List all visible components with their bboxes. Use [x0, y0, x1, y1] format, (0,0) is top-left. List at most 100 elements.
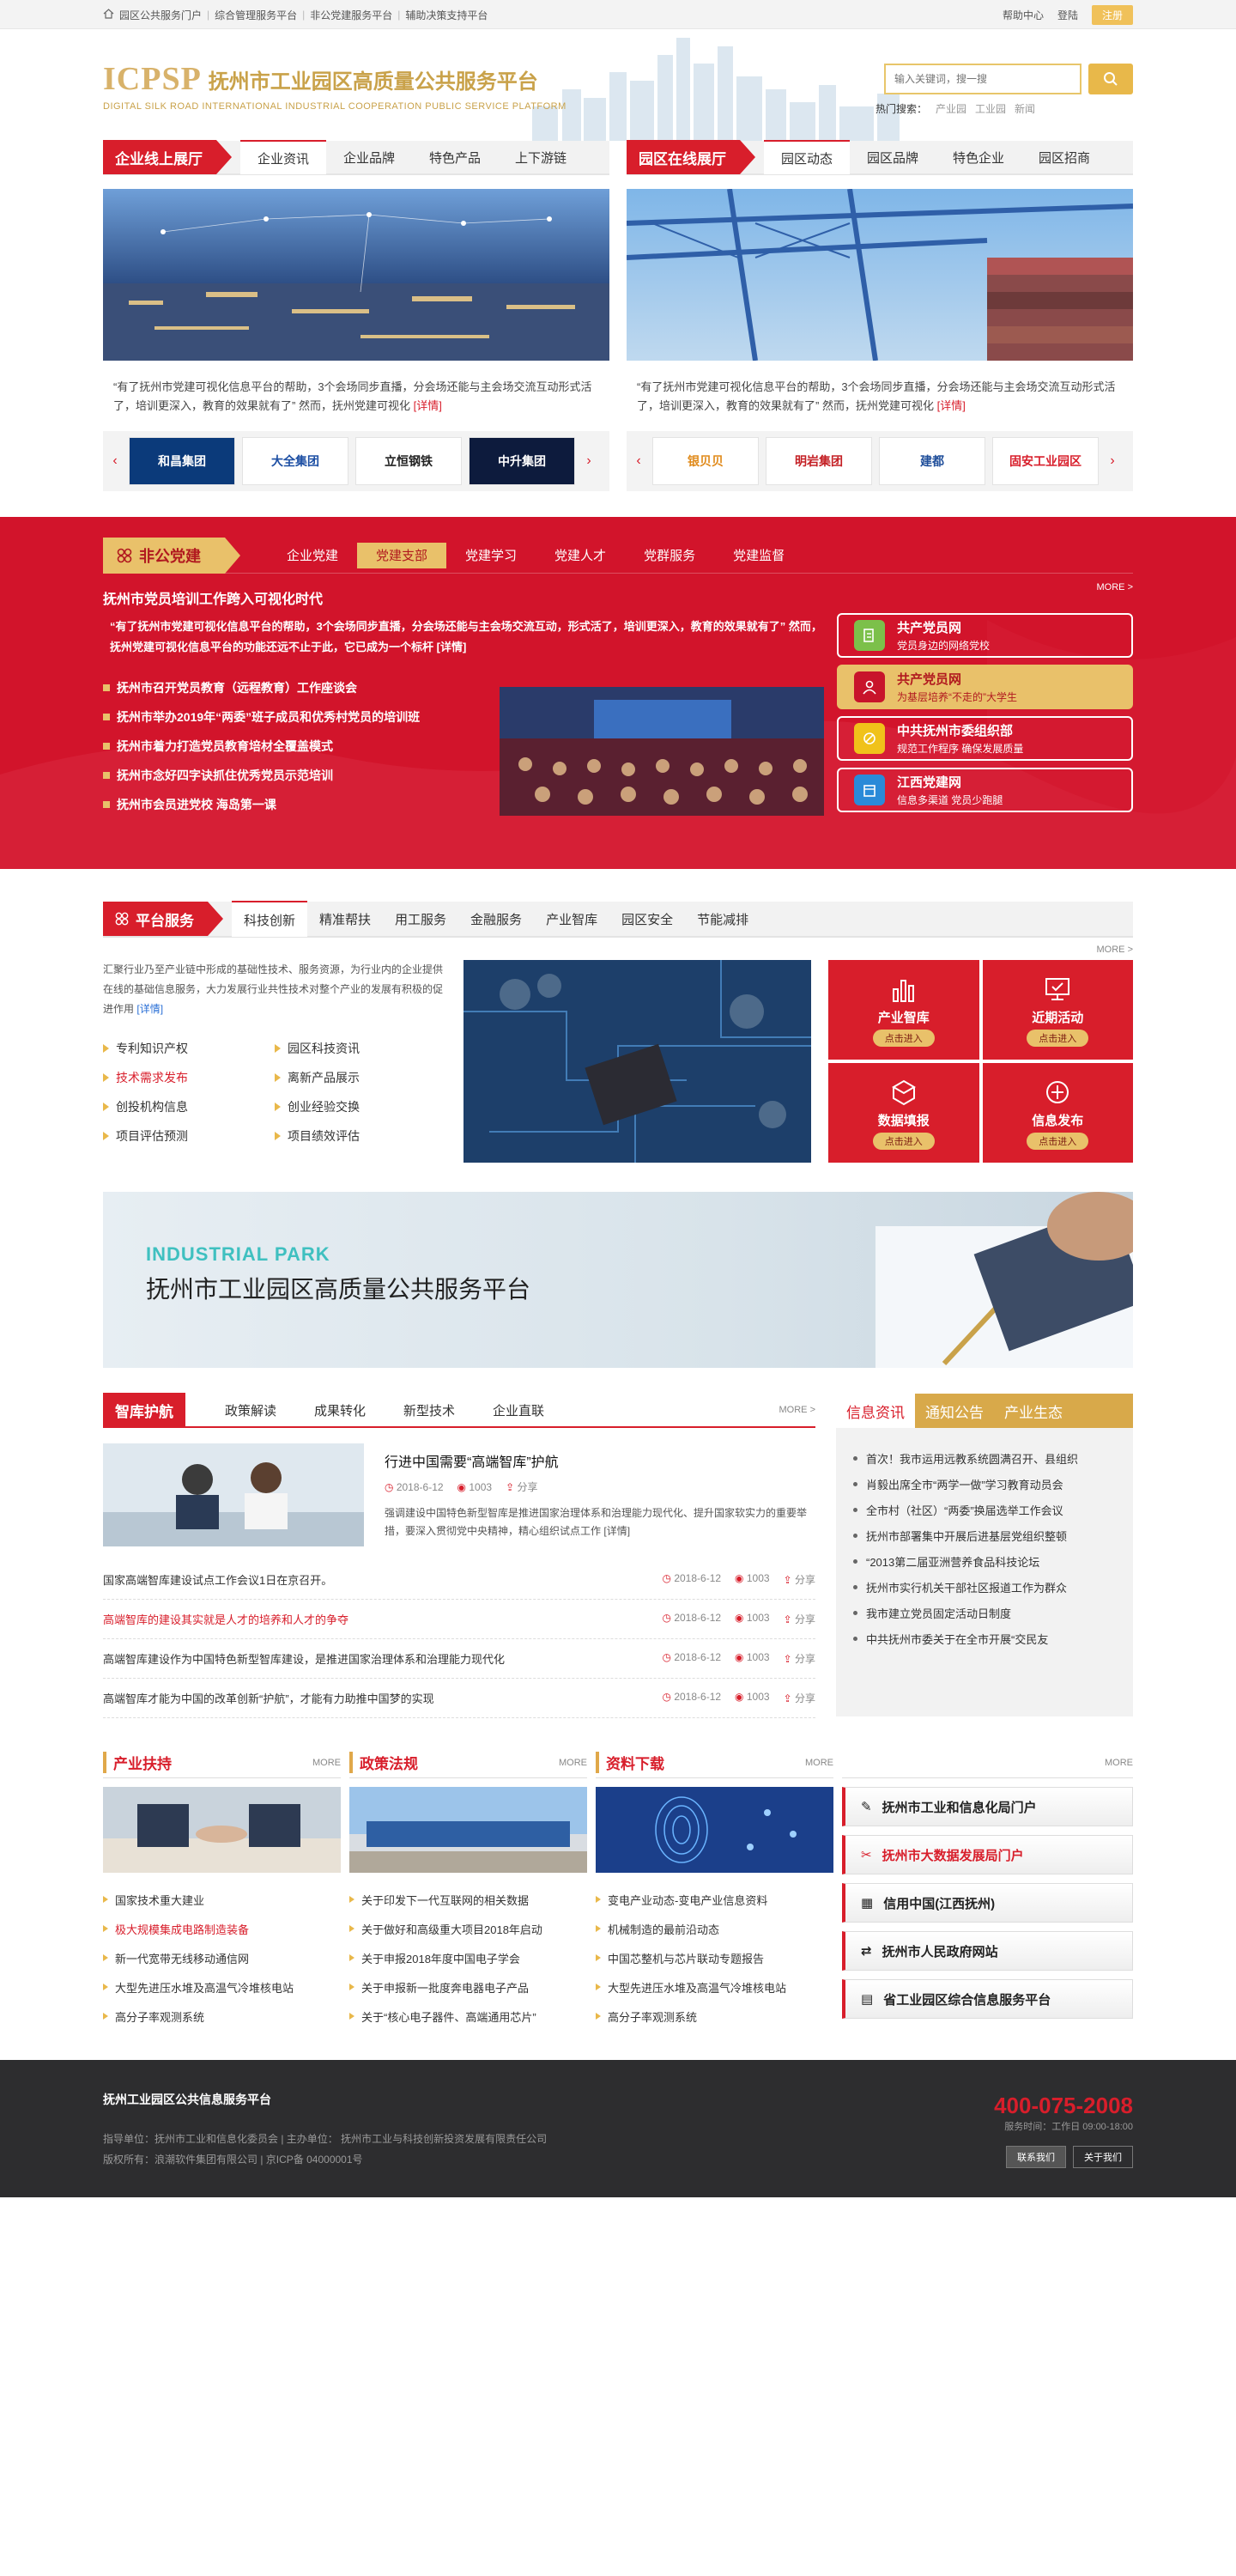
prev-arrow-icon[interactable]: ‹ [632, 453, 645, 469]
tile-info-publish[interactable]: 信息发布 点击进入 [982, 1063, 1133, 1163]
service-link[interactable]: 项目绩效评估 [275, 1126, 446, 1146]
tab-enterprise-brand[interactable]: 企业品牌 [326, 140, 412, 174]
tab-info-news[interactable]: 信息资讯 [836, 1394, 915, 1428]
list-item[interactable]: 抚州市念好四字诀抓住优秀党员示范培训 [103, 761, 498, 790]
list-item[interactable]: 关于“核心电子器件、高端通用芯片” [349, 2002, 587, 2031]
tab-finance[interactable]: 金融服务 [458, 901, 534, 937]
service-link[interactable]: 园区科技资讯 [275, 1038, 446, 1059]
portal-credit-china[interactable]: ▦ 信用中国(江西抚州) [842, 1883, 1133, 1923]
portal-big-data-bureau[interactable]: ✂ 抚州市大数据发展局门户 [842, 1835, 1133, 1874]
table-row[interactable]: 高端智库建设作为中国特色新型智库建设，是推进国家治理体系和治理能力现代化 ◷ 20… [103, 1639, 815, 1679]
party-card-org-dept[interactable]: 中共抚州市委组织部 规范工作程序 确保发展质量 [837, 716, 1133, 761]
list-item[interactable]: “2013第二届亚洲营养食品科技论坛 [853, 1548, 1116, 1574]
home-icon[interactable] [103, 8, 114, 21]
list-item[interactable]: 抚州市举办2019年“两委”班子成员和优秀村党员的培训班 [103, 702, 498, 732]
industrial-park-banner[interactable]: INDUSTRIAL PARK 抚州市工业园区高质量公共服务平台 [103, 1192, 1133, 1368]
contact-us-button[interactable]: 联系我们 [1006, 2146, 1066, 2168]
list-item[interactable]: 抚州市实行机关干部社区报道工作为群众 [853, 1574, 1116, 1600]
tab-park-safety[interactable]: 园区安全 [609, 901, 685, 937]
list-item[interactable]: 变电产业动态-变电产业信息资料 [596, 1885, 833, 1914]
city-night-photo[interactable] [103, 189, 609, 361]
table-row[interactable]: 高端智库的建设其实就是人才的培养和人才的争夺 ◷ 2018-6-12 ◉ 1003 ⇪… [103, 1600, 815, 1639]
logo-mingyan[interactable]: 明岩集团 [766, 437, 872, 485]
tab-park-brand[interactable]: 园区品牌 [850, 140, 936, 174]
top-link-party[interactable]: 非公党建服务平台 [310, 8, 392, 22]
about-us-button[interactable]: 关于我们 [1073, 2146, 1133, 2168]
logo-liheng[interactable]: 立恒钢铁 [355, 437, 462, 485]
list-item[interactable]: 高分子率观测系统 [596, 2002, 833, 2031]
service-link[interactable]: 技术需求发布 [103, 1067, 275, 1088]
portal-more-link[interactable]: MORE [842, 1747, 1133, 1778]
portal-provincial-park[interactable]: ▤ 省工业园区综合信息服务平台 [842, 1979, 1133, 2019]
list-item[interactable]: 抚州市着力打造党员教育培材全覆盖模式 [103, 732, 498, 761]
tab-enterprise-direct[interactable]: 企业直联 [474, 1401, 563, 1419]
login-link[interactable]: 登陆 [1057, 8, 1078, 22]
table-row[interactable]: 国家高端智库建设试点工作会议1日在京召开。 ◷ 2018-6-12 ◉ 1003 ⇪ … [103, 1560, 815, 1600]
site-logo[interactable]: ICPSP 抚州市工业园区高质量公共服务平台 [103, 60, 538, 98]
detail-link[interactable]: [详情] [136, 1003, 163, 1015]
handshake-photo[interactable] [103, 1787, 341, 1873]
hot-word[interactable]: 工业园 [975, 101, 1006, 116]
list-item[interactable]: 大型先进压水堆及高温气冷堆核电站 [596, 1972, 833, 2002]
tab-party-study[interactable]: 党建学习 [446, 543, 536, 568]
tab-precise-support[interactable]: 精准帮扶 [307, 901, 383, 937]
party-headline[interactable]: 抚州市党员培训工作跨入可视化时代 [103, 587, 1133, 608]
top-link-manage[interactable]: 综合管理服务平台 [215, 8, 297, 22]
service-link[interactable]: 专利知识产权 [103, 1038, 275, 1059]
tile-industry-thinktank[interactable]: 产业智库 点击进入 [828, 960, 979, 1060]
list-item[interactable]: 关于申报新一批度奔电器电子产品 [349, 1972, 587, 2002]
list-item[interactable]: 关于申报2018年度中国电子学会 [349, 1943, 587, 1972]
list-item[interactable]: 我市建立党员固定活动日制度 [853, 1600, 1116, 1625]
fingerprint-tech-photo[interactable] [596, 1787, 833, 1873]
service-link[interactable]: 项目评估预测 [103, 1126, 275, 1146]
tile-data-report[interactable]: 数据填报 点击进入 [828, 1063, 979, 1163]
party-more-link[interactable]: MORE > [1097, 582, 1133, 592]
tab-industry-ecology[interactable]: 产业生态 [994, 1394, 1073, 1428]
logo-zhongsheng[interactable]: 中升集团 [469, 437, 575, 485]
tab-park-news[interactable]: 园区动态 [764, 140, 851, 174]
detail-link[interactable]: [详情] [603, 1525, 630, 1537]
tab-policy[interactable]: 政策解读 [206, 1401, 295, 1419]
circuit-board-photo[interactable] [464, 960, 811, 1163]
prev-arrow-icon[interactable]: ‹ [108, 453, 122, 469]
tab-party-branch[interactable]: 党建支部 [357, 542, 447, 568]
tab-tech-innovation[interactable]: 科技创新 [232, 901, 308, 937]
tab-industry-thinktank[interactable]: 产业智库 [534, 901, 609, 937]
next-arrow-icon[interactable]: › [1106, 453, 1119, 469]
table-row[interactable]: 高端智库才能为中国的改革创新“护航”，才能有力助推中国梦的实现 ◷ 2018-6-… [103, 1679, 815, 1718]
tab-party-supervision[interactable]: 党建监督 [714, 543, 803, 568]
tab-party-talent[interactable]: 党建人才 [536, 543, 625, 568]
list-item[interactable]: 抚州市会员进党校 海岛第一课 [103, 790, 498, 819]
more-link[interactable]: MORE [312, 1758, 341, 1768]
list-item[interactable]: 国家技术重大建业 [103, 1885, 341, 1914]
register-button[interactable]: 注册 [1091, 4, 1133, 25]
logo-daqo[interactable]: 大全集团 [242, 437, 348, 485]
tab-employment[interactable]: 用工服务 [383, 901, 458, 937]
portal-government[interactable]: ⇄ 抚州市人民政府网站 [842, 1931, 1133, 1971]
tab-new-tech[interactable]: 新型技术 [385, 1401, 474, 1419]
tab-achievements[interactable]: 成果转化 [295, 1401, 385, 1419]
party-card-jiangxi[interactable]: 江西党建网 信息多渠道 党员少跑腿 [837, 768, 1133, 812]
tab-enterprise-party[interactable]: 企业党建 [268, 543, 357, 568]
help-center-link[interactable]: 帮助中心 [1003, 8, 1044, 22]
tab-featured-products[interactable]: 特色产品 [412, 140, 498, 174]
list-item[interactable]: 关于做好和高级重大项目2018年启动 [349, 1914, 587, 1943]
detail-link[interactable]: [详情] [414, 399, 442, 412]
service-link[interactable]: 创业经验交换 [275, 1097, 446, 1117]
service-link[interactable]: 离新产品展示 [275, 1067, 446, 1088]
list-item[interactable]: 大型先进压水堆及高温气冷堆核电站 [103, 1972, 341, 2002]
tab-featured-enterprise[interactable]: 特色企业 [936, 140, 1021, 174]
list-item[interactable]: 全市村（社区）“两委”换届选举工作会议 [853, 1497, 1116, 1522]
tab-park-invest[interactable]: 园区招商 [1021, 140, 1107, 174]
list-item[interactable]: 中共抚州市委关于在全市开展“交民友 [853, 1625, 1116, 1651]
service-link[interactable]: 创投机构信息 [103, 1097, 275, 1117]
list-item[interactable]: 抚州市召开党员教育（远程教育）工作座谈会 [103, 673, 498, 702]
list-item[interactable]: 关于印发下一代互联网的相关数据 [349, 1885, 587, 1914]
tab-energy-saving[interactable]: 节能减排 [685, 901, 760, 937]
top-link-portal[interactable]: 园区公共服务门户 [119, 8, 202, 22]
list-item[interactable]: 新一代宽带无线移动通信网 [103, 1943, 341, 1972]
tab-supply-chain[interactable]: 上下游链 [498, 140, 584, 174]
list-item[interactable]: 高分子率观测系统 [103, 2002, 341, 2031]
logo-inbor[interactable]: 银贝贝 [652, 437, 759, 485]
next-arrow-icon[interactable]: › [582, 453, 596, 469]
